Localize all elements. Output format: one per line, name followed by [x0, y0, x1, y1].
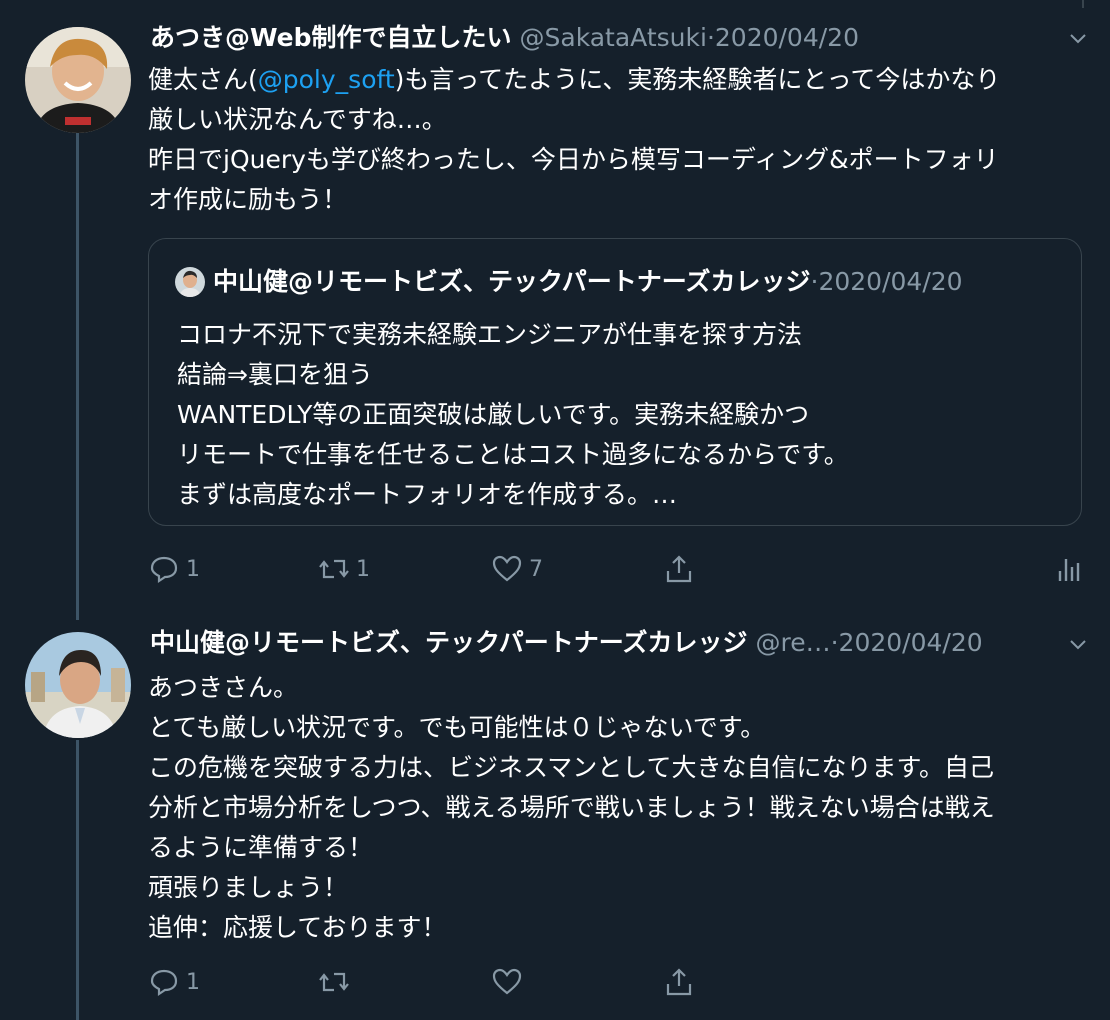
quote-header: 中山健@リモートビズ、テックパートナーズカレッジ·2020/04/20	[213, 267, 963, 297]
retweet-icon	[319, 972, 349, 992]
tweet-text: あつきさん。 とても厳しい状況です。でも可能性は０じゃないです。 この危機を突破…	[148, 668, 995, 948]
reply-button[interactable]: 1	[148, 964, 200, 1000]
divider	[1082, 0, 1084, 8]
text-line: 分析と市場分析をしつつ、戦える場所で戦いましょう！戦えない場合は戦え	[148, 793, 995, 822]
display-name[interactable]: 中山健@リモートビズ、テックパートナーズカレッジ	[150, 628, 748, 657]
chevron-down-icon[interactable]	[1068, 634, 1088, 658]
quote-display-name: 中山健@リモートビズ、テックパートナーズカレッジ	[213, 267, 811, 296]
display-name[interactable]: あつき@Web制作で自立したい	[150, 23, 512, 52]
quote-avatar	[175, 267, 205, 297]
analytics-icon	[1058, 559, 1080, 581]
text-line: 頑張りましょう！	[148, 873, 349, 902]
tweet-header: 中山健@リモートビズ、テックパートナーズカレッジ @re…·2020/04/20	[150, 628, 983, 658]
retweet-count: 1	[356, 556, 370, 582]
text-line: とても厳しい状況です。でも可能性は０じゃないです。	[148, 713, 766, 742]
avatar[interactable]	[25, 632, 131, 738]
text-line: あつきさん。	[148, 673, 299, 702]
separator-dot: ·	[830, 628, 839, 657]
quote-date: 2020/04/20	[818, 267, 963, 296]
chevron-down-icon[interactable]	[1068, 28, 1088, 52]
retweet-button[interactable]	[318, 964, 350, 1000]
text-line: WANTEDLY等の正面突破は厳しいです。実務未経験かつ	[177, 400, 810, 429]
tweet-text: 健太さん(@poly_soft)も言ってたように、実務未経験者にとって今はかなり…	[148, 60, 1000, 220]
mention-link[interactable]: @poly_soft	[258, 65, 395, 94]
tweet-header: あつき@Web制作で自立したい @SakataAtsuki·2020/04/20	[150, 23, 859, 53]
like-button[interactable]	[491, 964, 523, 1000]
text-segment: 健太さん(	[148, 65, 258, 94]
user-handle[interactable]: @SakataAtsuki	[520, 23, 707, 52]
text-line: 厳しい状況なんですね…。	[148, 105, 447, 134]
text-line: コロナ不況下で実務未経験エンジニアが仕事を探す方法	[177, 320, 803, 349]
quote-text: コロナ不況下で実務未経験エンジニアが仕事を探す方法 結論⇒裏口を狙う WANTE…	[177, 315, 849, 515]
text-line: まずは高度なポートフォリオを作成する。…	[177, 480, 678, 509]
avatar[interactable]	[25, 27, 131, 133]
tweet-date[interactable]: 2020/04/20	[839, 628, 983, 657]
reply-button[interactable]: 1	[148, 551, 200, 587]
text-segment: )も言ってたように、実務未経験者にとって今はかなり	[394, 65, 1001, 94]
quoted-tweet[interactable]: 中山健@リモートビズ、テックパートナーズカレッジ·2020/04/20 コロナ不…	[148, 238, 1082, 526]
like-icon	[492, 968, 522, 995]
tweet-date[interactable]: 2020/04/20	[715, 23, 859, 52]
thread-connector	[76, 130, 79, 620]
text-line: 追伸：応援しております！	[148, 913, 447, 942]
text-line: 昨日でjQueryも学び終わったし、今日から模写コーディング&ポートフォリ	[148, 145, 999, 174]
retweet-button[interactable]: 1	[318, 551, 370, 587]
retweet-icon	[319, 559, 349, 579]
reply-icon	[150, 556, 178, 584]
thread-connector	[76, 740, 79, 1020]
share-icon	[666, 968, 692, 996]
like-count: 7	[529, 556, 543, 582]
user-handle[interactable]: @re…	[755, 628, 830, 657]
like-icon	[492, 555, 522, 582]
separator-dot: ·	[706, 23, 715, 52]
text-line: この危機を突破する力は、ビジネスマンとして大きな自信になります。自己	[148, 753, 995, 782]
share-icon	[666, 555, 692, 583]
analytics-button[interactable]	[1053, 551, 1085, 587]
tweet-actions: 1 1 7	[148, 551, 1088, 587]
text-line: リモートで仕事を任せることはコスト過多になるからです。	[177, 440, 849, 469]
text-line: オ作成に励もう！	[148, 185, 348, 214]
text-line: 結論⇒裏口を狙う	[177, 360, 373, 389]
reply-count: 1	[186, 969, 200, 995]
like-button[interactable]: 7	[491, 551, 543, 587]
text-line: るように準備する！	[148, 833, 374, 862]
reply-icon	[150, 969, 178, 997]
share-button[interactable]	[663, 964, 695, 1000]
share-button[interactable]	[663, 551, 695, 587]
reply-count: 1	[186, 556, 200, 582]
tweet-actions: 1	[148, 964, 748, 1000]
